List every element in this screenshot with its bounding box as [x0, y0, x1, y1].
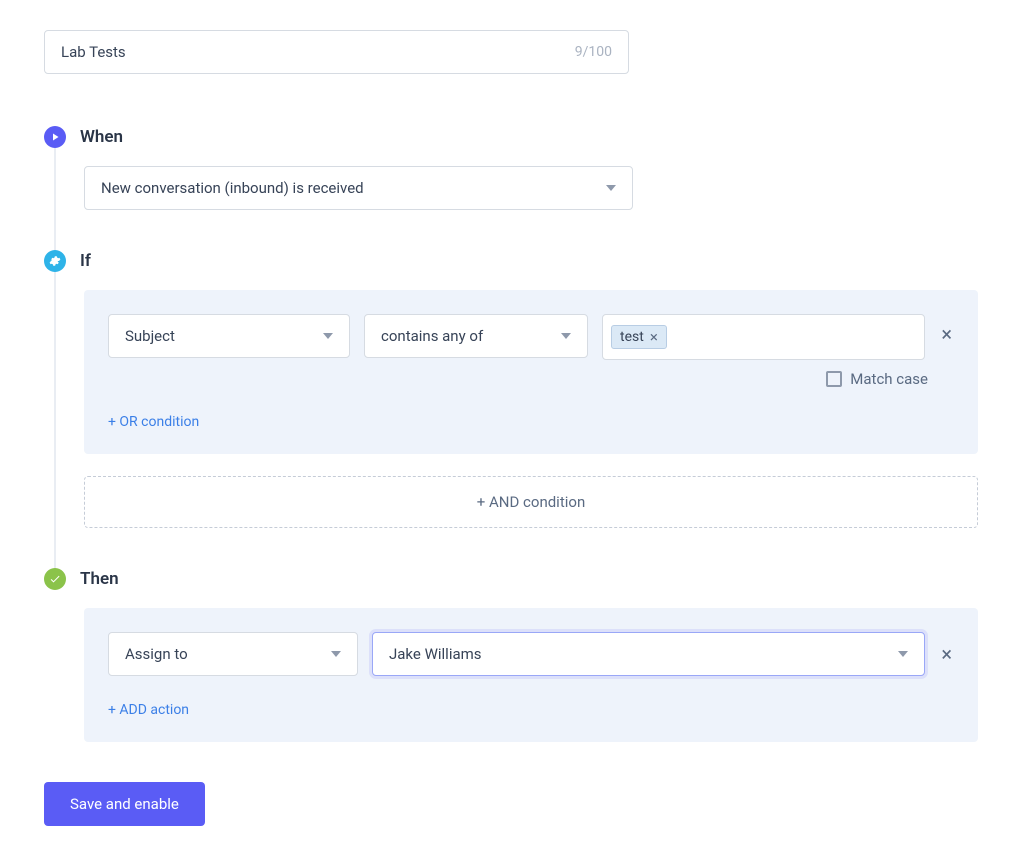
- timeline-line: [54, 272, 56, 572]
- condition-field-select[interactable]: Subject: [108, 314, 350, 358]
- if-section: If Subject contains any of test: [44, 250, 978, 528]
- match-case-checkbox[interactable]: [826, 371, 842, 387]
- then-section: Then Assign to Jake Williams × + ADD act…: [44, 568, 978, 742]
- then-value-select[interactable]: Jake Williams: [372, 632, 925, 676]
- when-trigger-select[interactable]: New conversation (inbound) is received: [84, 166, 633, 210]
- rule-name-input[interactable]: Lab Tests 9/100: [44, 30, 629, 74]
- chevron-down-icon: [331, 651, 341, 657]
- then-row: Assign to Jake Williams ×: [108, 632, 954, 676]
- remove-action-button[interactable]: ×: [939, 634, 954, 674]
- remove-condition-button[interactable]: ×: [939, 314, 954, 354]
- then-card: Assign to Jake Williams × + ADD action: [84, 608, 978, 742]
- add-action-button[interactable]: + ADD action: [108, 702, 189, 718]
- add-and-condition-button[interactable]: + AND condition: [84, 476, 978, 528]
- play-icon: [44, 126, 66, 148]
- condition-field-value: Subject: [125, 327, 175, 345]
- then-label: Then: [80, 569, 119, 589]
- rule-name-value: Lab Tests: [61, 43, 126, 61]
- match-case-label: Match case: [850, 370, 928, 388]
- condition-card: Subject contains any of test × ×: [84, 290, 978, 454]
- then-action-value: Assign to: [125, 645, 188, 663]
- then-value-value: Jake Williams: [389, 645, 482, 663]
- then-action-select[interactable]: Assign to: [108, 632, 358, 676]
- condition-row: Subject contains any of test × ×: [108, 314, 954, 360]
- when-label: When: [80, 127, 123, 147]
- rule-name-counter: 9/100: [575, 44, 612, 60]
- chevron-down-icon: [606, 185, 616, 191]
- chevron-down-icon: [323, 333, 333, 339]
- when-section: When New conversation (inbound) is recei…: [44, 126, 978, 210]
- tag-chip: test ×: [611, 325, 667, 349]
- add-or-condition-button[interactable]: + OR condition: [108, 414, 199, 430]
- chevron-down-icon: [898, 651, 908, 657]
- tag-remove-icon[interactable]: ×: [648, 330, 660, 345]
- check-icon: [44, 568, 66, 590]
- save-and-enable-button[interactable]: Save and enable: [44, 782, 205, 826]
- condition-value-input[interactable]: test ×: [602, 314, 925, 360]
- tag-label: test: [620, 329, 644, 345]
- condition-operator-value: contains any of: [381, 327, 483, 345]
- if-label: If: [80, 251, 91, 271]
- gear-icon: [44, 250, 66, 272]
- when-trigger-value: New conversation (inbound) is received: [101, 179, 364, 197]
- condition-operator-select[interactable]: contains any of: [364, 314, 588, 358]
- chevron-down-icon: [561, 333, 571, 339]
